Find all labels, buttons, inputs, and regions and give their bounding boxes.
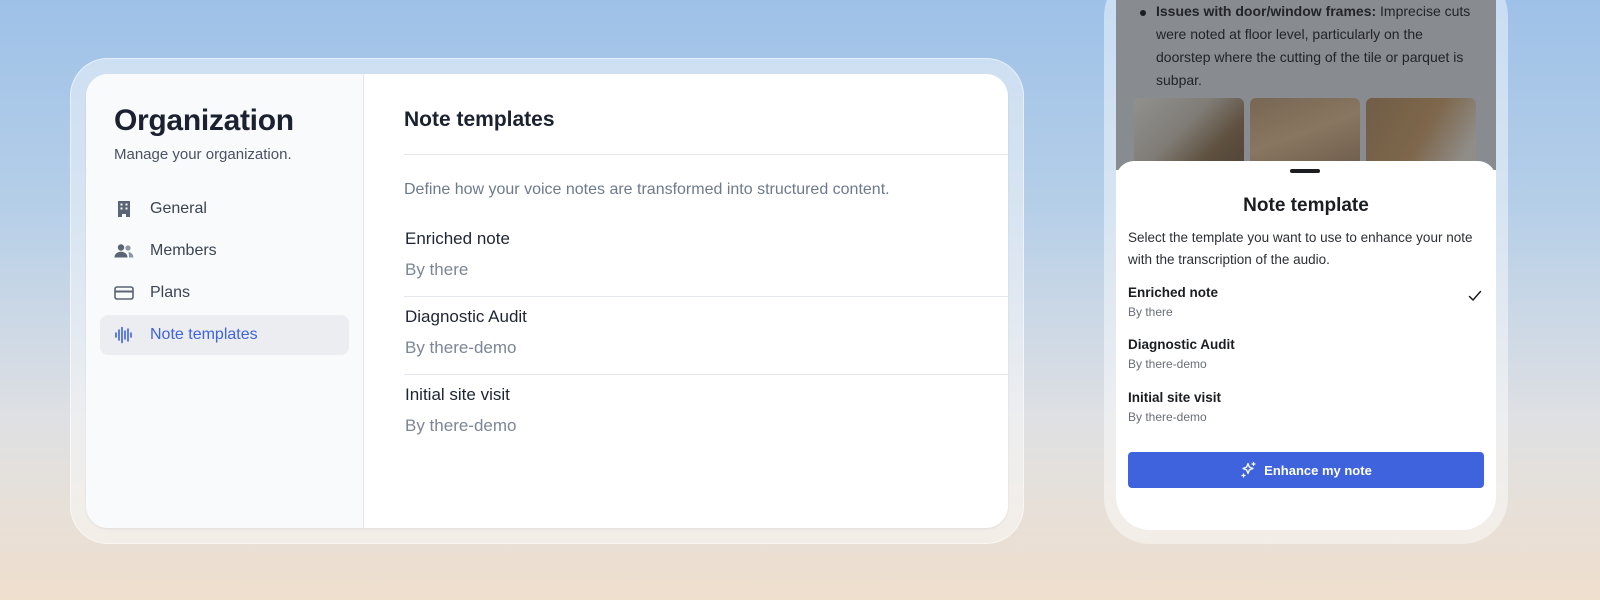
template-bottom-sheet: Note template Select the template you wa… — [1116, 161, 1496, 530]
template-option-enriched-note[interactable]: Enriched note By there — [1128, 285, 1484, 319]
building-icon — [114, 199, 134, 219]
checkmark-icon — [1468, 289, 1482, 307]
phone-screen: Issues with door/window frames: Imprecis… — [1116, 0, 1496, 530]
template-option-initial-site-visit[interactable]: Initial site visit By there-demo — [1128, 390, 1484, 424]
sidebar-nav: General Members Plans Note templates — [100, 189, 349, 355]
note-background: Issues with door/window frames: Imprecis… — [1116, 0, 1496, 178]
note-bullet-heading: Issues with door/window frames: — [1156, 3, 1377, 19]
audio-waveform-icon — [114, 325, 134, 345]
bullet-icon — [1140, 10, 1146, 16]
template-author: By there-demo — [405, 338, 517, 357]
enhance-note-button[interactable]: Enhance my note — [1128, 452, 1484, 488]
sidebar: Organization Manage your organization. G… — [86, 74, 364, 528]
sidebar-item-note-templates[interactable]: Note templates — [100, 315, 349, 355]
option-author: By there-demo — [1128, 410, 1207, 424]
template-list: Enriched note By there Diagnostic Audit … — [404, 219, 1008, 452]
template-item-diagnostic-audit[interactable]: Diagnostic Audit By there-demo — [404, 297, 1008, 375]
sidebar-item-label: Note templates — [150, 326, 258, 343]
template-name: Enriched note — [405, 229, 510, 248]
template-item-initial-site-visit[interactable]: Initial site visit By there-demo — [404, 375, 1008, 452]
note-bullet-text: Issues with door/window frames: Imprecis… — [1156, 0, 1480, 92]
sidebar-item-plans[interactable]: Plans — [100, 273, 349, 313]
option-author: By there — [1128, 305, 1173, 319]
page-title: Organization — [114, 104, 294, 137]
main-content: Note templates Define how your voice not… — [364, 74, 1008, 528]
button-label: Enhance my note — [1264, 462, 1372, 478]
template-item-enriched-note[interactable]: Enriched note By there — [404, 219, 1008, 297]
template-name: Initial site visit — [405, 385, 510, 404]
sidebar-item-label: Plans — [150, 284, 191, 301]
users-icon — [114, 241, 134, 261]
divider — [404, 154, 1008, 155]
section-title: Note templates — [404, 108, 555, 131]
section-description: Define how your voice notes are transfor… — [404, 181, 890, 198]
template-author: By there-demo — [405, 416, 517, 435]
sidebar-item-general[interactable]: General — [100, 189, 349, 229]
page-subtitle: Manage your organization. — [114, 146, 292, 163]
sidebar-item-label: Members — [150, 242, 217, 259]
settings-window: Organization Manage your organization. G… — [86, 74, 1008, 528]
sheet-description: Select the template you want to use to e… — [1128, 230, 1473, 267]
option-name: Initial site visit — [1128, 390, 1222, 405]
template-name: Diagnostic Audit — [405, 307, 527, 326]
credit-card-icon — [114, 283, 134, 303]
note-bullet: Issues with door/window frames: Imprecis… — [1140, 0, 1480, 92]
sheet-title: Note template — [1243, 195, 1369, 216]
template-author: By there — [405, 260, 469, 279]
option-name: Diagnostic Audit — [1128, 337, 1235, 352]
sheet-drag-handle[interactable] — [1290, 169, 1320, 173]
sidebar-item-members[interactable]: Members — [100, 231, 349, 271]
sparkles-icon — [1240, 461, 1258, 479]
option-author: By there-demo — [1128, 357, 1207, 371]
sidebar-item-label: General — [150, 200, 207, 217]
option-name: Enriched note — [1128, 285, 1219, 300]
template-option-diagnostic-audit[interactable]: Diagnostic Audit By there-demo — [1128, 337, 1484, 371]
